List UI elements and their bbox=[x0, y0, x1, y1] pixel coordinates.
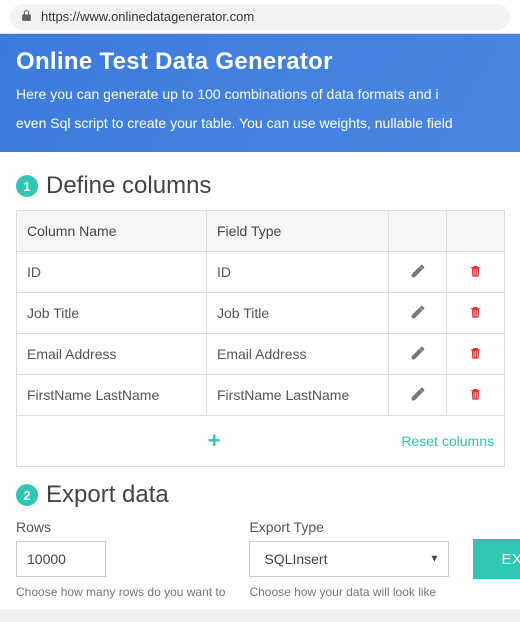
export-type-select[interactable]: SQLInsert bbox=[249, 541, 449, 577]
section-export-header: 2 Export data bbox=[16, 481, 504, 509]
section-define-columns-header: 1 Define columns bbox=[16, 172, 504, 200]
th-edit bbox=[389, 211, 447, 252]
th-column-name: Column Name bbox=[17, 211, 207, 252]
reset-columns-link[interactable]: Reset columns bbox=[401, 433, 494, 449]
trash-icon[interactable] bbox=[468, 266, 483, 282]
url-text: https://www.onlinedatagenerator.com bbox=[41, 9, 254, 24]
edit-icon[interactable] bbox=[410, 348, 426, 364]
export-type-label: Export Type bbox=[249, 519, 449, 535]
cell-field-type: Email Address bbox=[207, 334, 389, 375]
cell-column-name: Email Address bbox=[17, 334, 207, 375]
cell-field-type: ID bbox=[207, 252, 389, 293]
cell-field-type: Job Title bbox=[207, 293, 389, 334]
export-type-hint: Choose how your data will look like bbox=[249, 585, 449, 599]
edit-icon[interactable] bbox=[410, 389, 426, 405]
edit-icon[interactable] bbox=[410, 266, 426, 282]
hero-banner: Online Test Data Generator Here you can … bbox=[0, 34, 520, 152]
table-row: ID ID bbox=[17, 252, 505, 293]
table-row: Email Address Email Address bbox=[17, 334, 505, 375]
trash-icon[interactable] bbox=[468, 389, 483, 405]
page-subtitle-1: Here you can generate up to 100 combinat… bbox=[16, 84, 504, 105]
table-row: FirstName LastName FirstName LastName bbox=[17, 375, 505, 416]
cell-column-name: Job Title bbox=[17, 293, 207, 334]
page-title: Online Test Data Generator bbox=[16, 48, 504, 76]
trash-icon[interactable] bbox=[468, 307, 483, 323]
browser-address-bar: https://www.onlinedatagenerator.com bbox=[0, 0, 520, 34]
cell-column-name: ID bbox=[17, 252, 207, 293]
lock-icon bbox=[20, 9, 33, 25]
section-title-1: Define columns bbox=[46, 172, 211, 200]
add-column-button[interactable]: + bbox=[27, 428, 401, 454]
rows-field-group: Rows Choose how many rows do you want to bbox=[16, 519, 225, 599]
th-delete bbox=[447, 211, 505, 252]
table-row: Job Title Job Title bbox=[17, 293, 505, 334]
table-footer-row: + Reset columns bbox=[17, 416, 505, 467]
columns-table: Column Name Field Type ID ID Job Title J… bbox=[16, 210, 505, 467]
cell-column-name: FirstName LastName bbox=[17, 375, 207, 416]
section-title-2: Export data bbox=[46, 481, 169, 509]
page-subtitle-2: even Sql script to create your table. Yo… bbox=[16, 113, 504, 134]
step-badge-1: 1 bbox=[16, 175, 38, 197]
export-type-group: Export Type SQLInsert ▼ Choose how your … bbox=[249, 519, 449, 599]
url-field[interactable]: https://www.onlinedatagenerator.com bbox=[10, 4, 510, 30]
rows-label: Rows bbox=[16, 519, 225, 535]
export-button[interactable]: EXPORT bbox=[473, 539, 520, 579]
rows-input[interactable] bbox=[16, 541, 106, 577]
cell-field-type: FirstName LastName bbox=[207, 375, 389, 416]
rows-hint: Choose how many rows do you want to bbox=[16, 585, 225, 599]
step-badge-2: 2 bbox=[16, 484, 38, 506]
th-field-type: Field Type bbox=[207, 211, 389, 252]
trash-icon[interactable] bbox=[468, 348, 483, 364]
edit-icon[interactable] bbox=[410, 307, 426, 323]
